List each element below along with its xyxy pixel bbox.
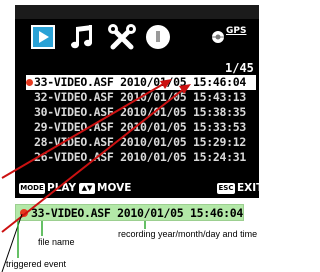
- recording-time-label: recording year/month/day and time: [118, 229, 258, 239]
- file-row-text: 30-VIDEO.ASF 2010/01/05 15:38:35: [34, 105, 246, 119]
- tools-icon[interactable]: [107, 23, 137, 53]
- up-down-key-icon: ▲▼: [79, 183, 95, 194]
- triggered-event-label: triggered event: [6, 259, 67, 269]
- file-row-text: 32-VIDEO.ASF 2010/01/05 15:43:13: [34, 90, 246, 104]
- file-counter: 1/45: [225, 61, 254, 75]
- esc-key-icon: ESC: [217, 183, 235, 194]
- callout-text: 33-VIDEO.ASF 2010/01/05 15:46:04: [31, 206, 243, 220]
- file-row[interactable]: 26-VIDEO.ASF 2010/01/05 15:24:31: [26, 150, 256, 165]
- top-status-bar: [15, 5, 259, 19]
- mode-key-icon: MODE: [19, 183, 45, 194]
- file-row-selected[interactable]: 33-VIDEO.ASF 2010/01/05 15:46:04: [26, 75, 256, 90]
- trigger-dot-icon: [20, 209, 28, 217]
- trigger-dot-icon: [26, 79, 33, 86]
- move-label: MOVE: [97, 182, 132, 194]
- file-row-text: 29-VIDEO.ASF 2010/01/05 15:33:53: [34, 120, 246, 134]
- file-list: 33-VIDEO.ASF 2010/01/05 15:46:04 32-VIDEO…: [26, 75, 256, 165]
- info-icon[interactable]: [144, 23, 172, 51]
- play-label: PLAY: [47, 182, 77, 194]
- file-row-text: 33-VIDEO.ASF 2010/01/05 15:46:04: [34, 75, 246, 89]
- gps-satellite-icon: [211, 29, 225, 43]
- file-name-label: file name: [38, 237, 75, 247]
- file-row-text: 28-VIDEO.ASF 2010/01/05 15:29:12: [34, 135, 246, 149]
- music-icon[interactable]: [70, 23, 96, 51]
- gps-label: GPS: [226, 26, 247, 36]
- callout-file-row: 33-VIDEO.ASF 2010/01/05 15:46:04: [15, 204, 244, 221]
- file-row[interactable]: 32-VIDEO.ASF 2010/01/05 15:43:13: [26, 90, 256, 105]
- file-row[interactable]: 30-VIDEO.ASF 2010/01/05 15:38:35: [26, 105, 256, 120]
- file-row-text: 26-VIDEO.ASF 2010/01/05 15:24:31: [34, 150, 246, 164]
- control-hints-bar: MODE PLAY ▲▼ MOVE ESC EXIT: [15, 180, 259, 198]
- device-screen: GPS 1/45 33-VIDEO.ASF 2010/01/05 15:46:0…: [15, 5, 259, 198]
- exit-label: EXIT: [237, 182, 259, 194]
- video-icon[interactable]: [31, 25, 55, 49]
- file-row[interactable]: 28-VIDEO.ASF 2010/01/05 15:29:12: [26, 135, 256, 150]
- file-row[interactable]: 29-VIDEO.ASF 2010/01/05 15:33:53: [26, 120, 256, 135]
